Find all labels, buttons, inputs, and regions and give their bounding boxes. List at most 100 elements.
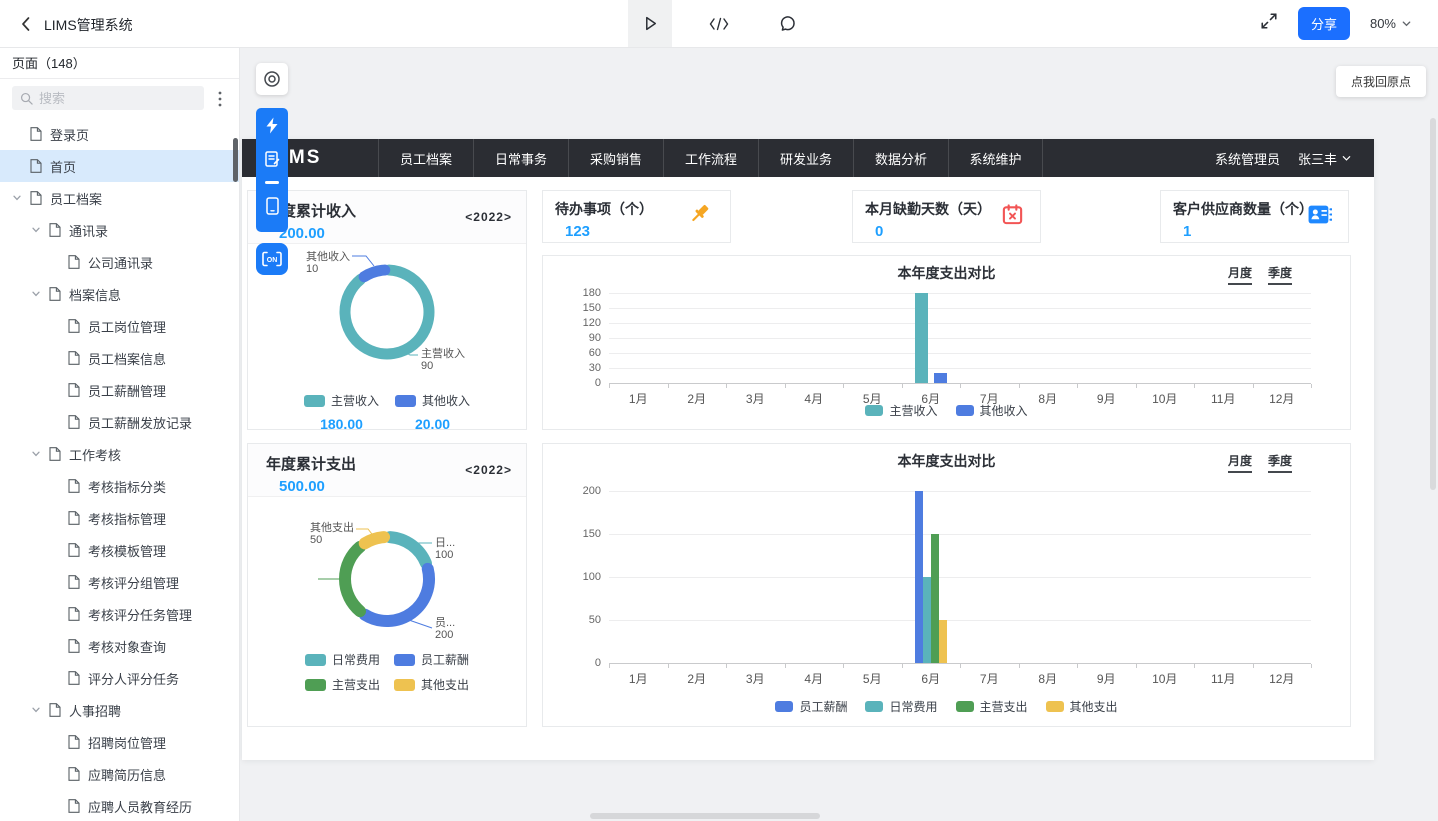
legend-item[interactable]: 主营支出 [305, 676, 380, 693]
page-file-icon [49, 287, 69, 301]
dashboard-menu-item[interactable]: 数据分析 [853, 139, 948, 177]
form-document-button[interactable] [256, 142, 288, 176]
preview-play-button[interactable] [628, 0, 672, 47]
sidebar-scrollbar[interactable] [233, 138, 238, 182]
legend-item[interactable]: 主营支出 [956, 698, 1028, 715]
toggle-on-button[interactable]: ON [256, 243, 288, 275]
canvas-horizontal-scrollbar[interactable] [590, 813, 820, 819]
legend-item[interactable]: 主营收入 [304, 392, 379, 409]
sidebar-item[interactable]: 通讯录 [0, 214, 239, 246]
x-tick-label: 12月 [1260, 670, 1304, 687]
dashboard-menu-item[interactable]: 员工档案 [378, 139, 473, 177]
zoom-level-dropdown[interactable]: 80% [1370, 16, 1412, 31]
gridline [609, 577, 1311, 578]
legend-item[interactable]: 其他支出 [394, 676, 469, 693]
fullscreen-expand-icon[interactable] [1260, 12, 1278, 35]
donut-slice [345, 547, 360, 611]
sidebar-item[interactable]: 考核评分任务管理 [0, 598, 239, 630]
chevron-down-icon[interactable] [31, 289, 49, 299]
toolbar-divider [265, 181, 279, 184]
legend-item[interactable]: 日常费用 [305, 651, 380, 668]
search-box[interactable] [12, 86, 204, 110]
sidebar-item[interactable]: 评分人评分任务 [0, 662, 239, 694]
sidebar-item[interactable]: 员工薪酬发放记录 [0, 406, 239, 438]
form-document-icon [265, 151, 280, 167]
period-tab[interactable]: 季度 [1268, 452, 1292, 473]
locate-target-button[interactable] [256, 63, 288, 95]
sidebar-item[interactable]: 应聘人员教育经历 [0, 790, 239, 821]
chat-button[interactable] [766, 0, 810, 47]
sidebar-item[interactable]: 考核指标分类 [0, 470, 239, 502]
x-tick-label: 1月 [616, 670, 660, 687]
income-year-selector[interactable]: <2022> [465, 210, 512, 224]
y-tick-label: 150 [543, 302, 601, 314]
sidebar-item[interactable]: 应聘简历信息 [0, 758, 239, 790]
x-tick-label: 4月 [792, 670, 836, 687]
dashboard-menu-item[interactable]: 日常事务 [473, 139, 568, 177]
sidebar-item-label: 考核指标分类 [88, 477, 166, 496]
sidebar-item[interactable]: 考核评分组管理 [0, 566, 239, 598]
gridline [609, 338, 1311, 339]
legend-item[interactable]: 员工薪酬 [394, 651, 469, 668]
x-tick-label: 9月 [1084, 670, 1128, 687]
sidebar-item[interactable]: 员工档案 [0, 182, 239, 214]
share-button[interactable]: 分享 [1298, 7, 1350, 40]
sidebar-item[interactable]: 员工薪酬管理 [0, 374, 239, 406]
page-file-icon [30, 159, 50, 173]
dashboard-menu-item[interactable]: 系统维护 [948, 139, 1043, 177]
reset-to-origin-button[interactable]: 点我回原点 [1336, 66, 1426, 97]
chevron-down-icon[interactable] [31, 225, 49, 235]
canvas-vertical-scrollbar[interactable] [1430, 118, 1436, 490]
sidebar-item[interactable]: 考核对象查询 [0, 630, 239, 662]
slice-label: 主营收入 [421, 346, 465, 360]
dashboard-menu-item[interactable]: 研发业务 [758, 139, 853, 177]
legend-item[interactable]: 其他支出 [1046, 698, 1118, 715]
chevron-down-icon[interactable] [31, 705, 49, 715]
expense-donut-chart: 其他支出50日...100员...200日常费用员工薪酬主营支出其他支出 [248, 497, 526, 726]
legend-swatch [956, 405, 974, 416]
page-file-icon [68, 479, 88, 493]
expense-panel-title: 年度累计支出 [266, 456, 356, 473]
sidebar-item[interactable]: 人事招聘 [0, 694, 239, 726]
x-axis-tick [902, 384, 903, 388]
chevron-down-icon[interactable] [31, 449, 49, 459]
code-view-button[interactable] [697, 0, 741, 47]
dashboard-menu-item[interactable]: 工作流程 [663, 139, 758, 177]
dashboard-menu-item[interactable]: 采购销售 [568, 139, 663, 177]
search-input[interactable] [39, 91, 189, 106]
sidebar-item-label: 应聘简历信息 [88, 765, 166, 784]
sidebar-item-selected[interactable]: 首页 [0, 150, 239, 182]
sidebar-item[interactable]: 招聘岗位管理 [0, 726, 239, 758]
sidebar-item[interactable]: 档案信息 [0, 278, 239, 310]
target-icon [263, 70, 281, 88]
x-axis-tick [726, 384, 727, 388]
sidebar-item[interactable]: 员工档案信息 [0, 342, 239, 374]
sidebar-item[interactable]: 考核指标管理 [0, 502, 239, 534]
sidebar-item[interactable]: 公司通讯录 [0, 246, 239, 278]
sidebar-item[interactable]: 登录页 [0, 118, 239, 150]
sidebar-item[interactable]: 考核模板管理 [0, 534, 239, 566]
page-file-icon [68, 767, 88, 781]
sidebar-item-label: 考核评分组管理 [88, 573, 179, 592]
mobile-preview-button[interactable] [256, 189, 288, 223]
legend-item[interactable]: 其他收入 [956, 402, 1028, 419]
x-axis-tick [1077, 384, 1078, 388]
legend-label: 其他支出 [1070, 698, 1118, 715]
sidebar-item[interactable]: 员工岗位管理 [0, 310, 239, 342]
legend-item[interactable]: 主营收入 [865, 402, 937, 419]
quick-action-lightning-button[interactable] [256, 108, 288, 142]
expense-year-selector[interactable]: <2022> [465, 463, 512, 477]
period-tab[interactable]: 月度 [1228, 264, 1252, 285]
sidebar-more-icon[interactable] [209, 88, 231, 110]
user-menu[interactable]: 张三丰 [1298, 149, 1352, 168]
sidebar-item[interactable]: 工作考核 [0, 438, 239, 470]
chevron-down-icon[interactable] [12, 193, 30, 203]
legend-item[interactable]: 员工薪酬 [775, 698, 847, 715]
period-tab[interactable]: 季度 [1268, 264, 1292, 285]
x-tick-label: 3月 [733, 670, 777, 687]
back-icon[interactable] [16, 14, 36, 34]
legend-item[interactable]: 日常费用 [865, 698, 937, 715]
legend-item[interactable]: 其他收入 [395, 392, 470, 409]
y-tick-label: 60 [543, 347, 601, 359]
period-tab[interactable]: 月度 [1228, 452, 1252, 473]
